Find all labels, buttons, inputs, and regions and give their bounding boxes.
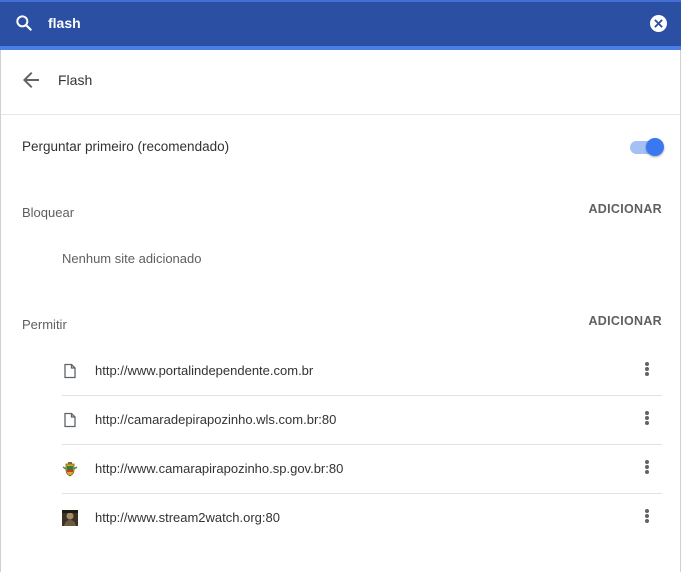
more-options-icon[interactable] [644,459,650,477]
search-icon [16,15,32,31]
block-section-title: Bloquear [22,205,75,220]
toggle-knob [646,138,664,156]
back-arrow-icon[interactable] [19,68,43,92]
site-url: http://www.stream2watch.org:80 [95,510,280,525]
site-row[interactable]: http://www.stream2watch.org:80 [62,494,662,543]
photo-favicon [62,510,78,526]
ask-first-toggle[interactable] [630,138,664,156]
site-row[interactable]: http://www.portalindependente.com.br [62,347,662,396]
more-options-icon[interactable] [644,410,650,428]
flash-settings-panel: Flash Perguntar primeiro (recomendado) B… [0,50,681,572]
site-url: http://www.portalindependente.com.br [95,363,314,378]
search-bar: flash [0,0,681,46]
page-title: Flash [58,72,93,88]
site-url: http://camaradepirapozinho.wls.com.br:80 [95,412,337,427]
ask-first-label: Perguntar primeiro (recomendado) [22,139,230,154]
block-add-button[interactable]: ADICIONAR [588,202,662,216]
block-empty-message: Nenhum site adicionado [62,251,202,266]
site-row[interactable]: http://camaradepirapozinho.wls.com.br:80 [62,396,662,445]
search-input[interactable]: flash [48,15,81,31]
more-options-icon[interactable] [644,508,650,526]
site-row[interactable]: http://www.camarapirapozinho.sp.gov.br:8… [62,445,662,494]
ask-first-row: Perguntar primeiro (recomendado) [1,114,680,179]
page-header: Flash [1,50,680,106]
allow-add-button[interactable]: ADICIONAR [588,314,662,328]
coat-of-arms-favicon [62,462,78,477]
more-options-icon[interactable] [644,361,650,379]
document-icon [64,412,76,428]
site-url: http://www.camarapirapozinho.sp.gov.br:8… [95,461,344,476]
document-icon [64,363,76,379]
close-icon [654,19,663,28]
clear-search-button[interactable] [650,15,667,32]
allow-section-title: Permitir [22,317,67,332]
